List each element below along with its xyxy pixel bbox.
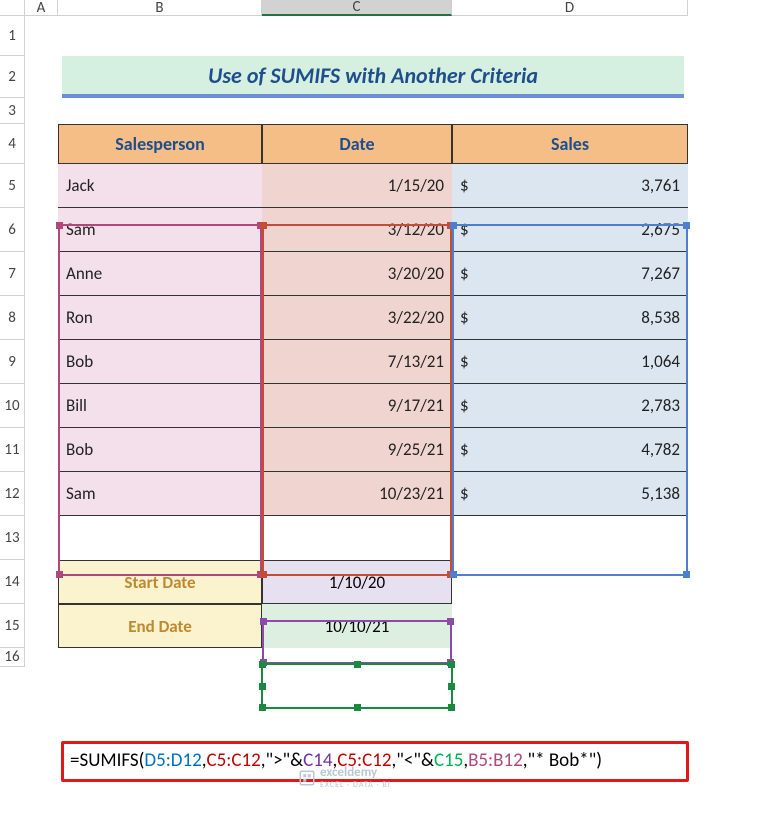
logo-icon — [298, 769, 316, 787]
table-cell[interactable]: $5,138 — [452, 472, 688, 516]
spreadsheet-grid: A B C D 1 2 Use of SUMIFS with Another C… — [0, 0, 768, 667]
table-cell[interactable]: 9/17/21 — [262, 384, 452, 428]
row-header-1[interactable]: 1 — [0, 16, 25, 56]
row-header-15[interactable]: 15 — [0, 604, 25, 648]
end-date-value[interactable]: 10/10/21 — [262, 604, 452, 648]
table-cell[interactable]: 7/13/21 — [262, 340, 452, 384]
table-cell[interactable]: Bill — [58, 384, 262, 428]
row-header-8[interactable]: 8 — [0, 296, 25, 340]
header-salesperson: Salesperson — [58, 124, 262, 164]
header-sales: Sales — [452, 124, 688, 164]
row-header-5[interactable]: 5 — [0, 164, 25, 208]
row-header-13[interactable]: 13 — [0, 516, 25, 560]
table-cell[interactable]: 3/22/20 — [262, 296, 452, 340]
header-date: Date — [262, 124, 452, 164]
row-header-14[interactable]: 14 — [0, 560, 25, 604]
row-header-6[interactable]: 6 — [0, 208, 25, 252]
watermark: exceldemy EXCEL · DATA · BI — [298, 765, 391, 790]
grid-corner — [0, 0, 25, 16]
table-cell[interactable]: 1/15/20 — [262, 164, 452, 208]
table-cell[interactable]: $2,675 — [452, 208, 688, 252]
row-header-7[interactable]: 7 — [0, 252, 25, 296]
col-header-d[interactable]: D — [452, 0, 688, 16]
table-cell[interactable]: $3,761 — [452, 164, 688, 208]
col-header-b[interactable]: B — [58, 0, 262, 16]
table-cell[interactable]: $1,064 — [452, 340, 688, 384]
active-cell-selection — [261, 663, 453, 709]
table-cell[interactable]: Bob — [58, 428, 262, 472]
table-cell[interactable]: $7,267 — [452, 252, 688, 296]
row-header-11[interactable]: 11 — [0, 428, 25, 472]
table-cell[interactable]: Sam — [58, 208, 262, 252]
table-cell[interactable]: Sam — [58, 472, 262, 516]
table-cell[interactable]: Jack — [58, 164, 262, 208]
table-cell[interactable]: $4,782 — [452, 428, 688, 472]
table-cell[interactable]: $2,783 — [452, 384, 688, 428]
end-date-label: End Date — [58, 604, 262, 648]
row-header-16[interactable]: 16 — [0, 648, 25, 667]
table-cell[interactable]: Anne — [58, 252, 262, 296]
row-header-10[interactable]: 10 — [0, 384, 25, 428]
row-header-3[interactable]: 3 — [0, 98, 25, 124]
row-header-9[interactable]: 9 — [0, 340, 25, 384]
table-cell[interactable]: 10/23/21 — [262, 472, 452, 516]
row-header-12[interactable]: 12 — [0, 472, 25, 516]
col-header-a[interactable]: A — [25, 0, 58, 16]
table-cell[interactable]: $8,538 — [452, 296, 688, 340]
col-header-c[interactable]: C — [262, 0, 452, 16]
row-header-4[interactable]: 4 — [0, 124, 25, 164]
page-title: Use of SUMIFS with Another Criteria — [62, 56, 684, 98]
start-date-value[interactable]: 1/10/20 — [262, 560, 452, 604]
table-cell[interactable]: 9/25/21 — [262, 428, 452, 472]
table-cell[interactable]: Ron — [58, 296, 262, 340]
table-cell[interactable]: 3/12/20 — [262, 208, 452, 252]
row-header-2[interactable]: 2 — [0, 56, 25, 98]
table-cell[interactable]: Bob — [58, 340, 262, 384]
start-date-label: Start Date — [58, 560, 262, 604]
table-cell[interactable]: 3/20/20 — [262, 252, 452, 296]
